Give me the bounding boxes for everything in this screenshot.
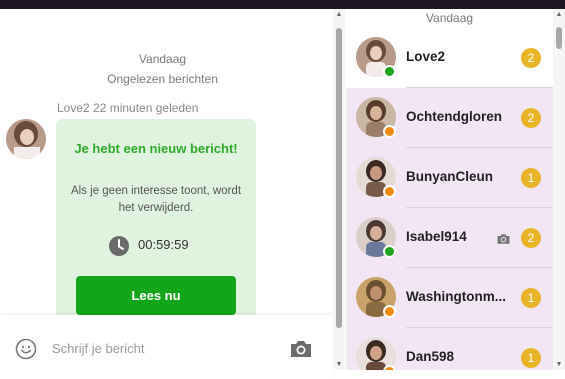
conversation-name: BunyanCleun xyxy=(406,169,494,184)
online-status-dot xyxy=(383,65,396,78)
conversation-item[interactable]: Isabel914 2 xyxy=(346,208,553,268)
day-separator: Vandaag xyxy=(138,52,187,66)
camera-icon[interactable] xyxy=(289,339,313,359)
unread-separator: Ongelezen berichten xyxy=(107,72,218,86)
message-text: Als je geen interesse toont, wordt het v… xyxy=(70,185,242,214)
unread-count-badge: 2 xyxy=(521,228,541,248)
conversation-list: Vandaag Love2 2 Ochtendgloren 2 BunyanCleun 1… xyxy=(346,9,553,370)
conversation-item[interactable]: Ochtendgloren 2 xyxy=(346,88,553,148)
conversation-item[interactable]: BunyanCleun 1 xyxy=(346,148,553,208)
unread-count-badge: 2 xyxy=(521,48,541,68)
message-input[interactable] xyxy=(52,335,272,361)
conversation-name: Ochtendgloren xyxy=(406,109,503,124)
list-scrollbar[interactable] xyxy=(553,9,565,370)
unread-count-badge: 1 xyxy=(521,288,541,308)
chat-scrollbar-thumb[interactable] xyxy=(336,28,342,328)
away-status-dot xyxy=(383,305,396,318)
list-scrollbar-thumb[interactable] xyxy=(556,27,562,49)
avatar[interactable] xyxy=(6,119,46,159)
list-scroll-down-arrow-icon[interactable]: ▼ xyxy=(554,361,564,369)
smiley-icon[interactable] xyxy=(15,338,37,360)
conversation-item[interactable]: Dan598 1 xyxy=(346,328,553,370)
unread-count-badge: 1 xyxy=(521,348,541,368)
conversation-name: Washingtonm... xyxy=(406,289,506,304)
conversation-item[interactable]: Washingtonm... 1 xyxy=(346,268,553,328)
away-status-dot xyxy=(383,185,396,198)
chat-panel: Vandaag Ongelezen berichten Love2 22 min… xyxy=(0,9,333,379)
list-scroll-up-arrow-icon[interactable]: ▲ xyxy=(554,11,564,19)
photo-camera-icon xyxy=(497,234,510,244)
conversation-item[interactable]: Love2 2 xyxy=(346,28,553,88)
read-now-button[interactable]: Lees nu xyxy=(76,276,236,315)
conversation-name: Dan598 xyxy=(406,349,455,364)
message-title: Je hebt een nieuw bericht! xyxy=(74,141,238,156)
list-day-header: Vandaag xyxy=(346,9,553,28)
top-bar xyxy=(0,0,565,9)
countdown-timer: 00:59:59 xyxy=(138,237,189,252)
message-bubble: Je hebt een nieuw bericht! Als je geen i… xyxy=(56,119,256,315)
away-status-dot xyxy=(383,125,396,138)
away-status-dot xyxy=(383,365,396,370)
scroll-up-arrow-icon[interactable]: ▲ xyxy=(334,11,344,19)
unread-count-badge: 2 xyxy=(521,108,541,128)
message-meta: Love2 22 minuten geleden xyxy=(57,101,199,115)
message-composer xyxy=(0,315,333,379)
online-status-dot xyxy=(383,245,396,258)
clock-icon xyxy=(109,236,129,256)
scroll-down-arrow-icon[interactable]: ▼ xyxy=(334,361,344,369)
unread-count-badge: 1 xyxy=(521,168,541,188)
conversation-name: Love2 xyxy=(406,49,446,64)
